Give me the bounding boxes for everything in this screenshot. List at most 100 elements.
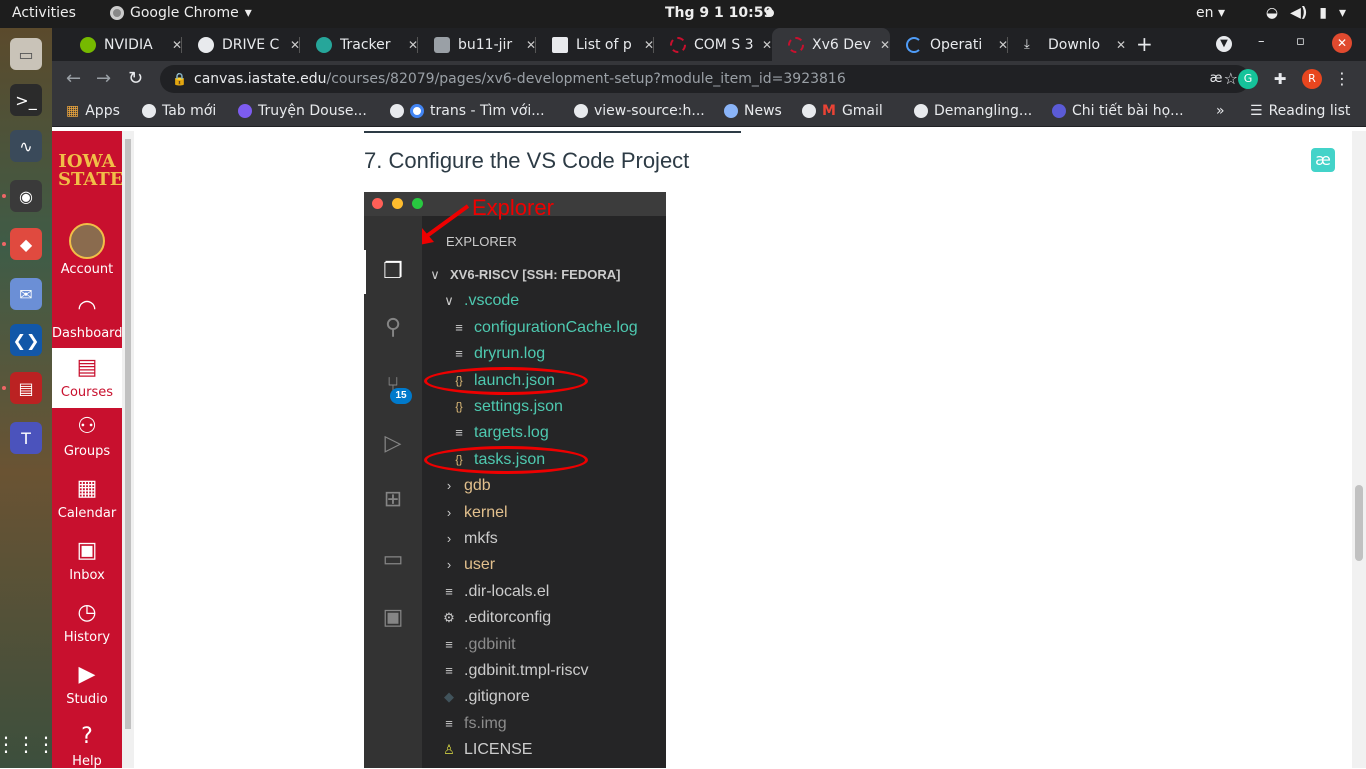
reload-button[interactable]: ↻	[128, 68, 143, 89]
tree-folder[interactable]: › mkfs	[442, 526, 498, 552]
nav-history[interactable]: ◷ History	[52, 599, 122, 659]
tab-download[interactable]: ⤓ Downlo ✕	[1008, 28, 1126, 61]
language-indicator[interactable]: en ▾	[1196, 5, 1225, 21]
run-debug-icon[interactable]: ▷	[378, 428, 408, 458]
files-icon[interactable]: ▭	[10, 38, 42, 70]
nav-scrollbar[interactable]	[122, 131, 134, 768]
extensions-puzzle-icon[interactable]: ✚	[1270, 69, 1290, 89]
tab-bu11[interactable]: bu11-jir ✕	[418, 28, 536, 61]
tree-file[interactable]: ⚙ .editorconfig	[442, 605, 551, 631]
close-icon[interactable]: ✕	[762, 38, 772, 52]
tab-list[interactable]: List of p ✕	[536, 28, 654, 61]
tree-file[interactable]: ≡ fs.img	[442, 711, 506, 737]
remote-explorer-icon[interactable]: ▭	[378, 544, 408, 574]
app-menu[interactable]: Google Chrome ▾	[110, 5, 252, 21]
tab-search-icon[interactable]: ▼	[1216, 36, 1232, 52]
tree-file[interactable]: ♙ LICENSE	[442, 737, 532, 763]
close-icon[interactable]: ✕	[1116, 38, 1126, 52]
bookmark-truyen[interactable]: Truyện Douse...	[238, 103, 367, 119]
reader-mode-button[interactable]: æ	[1311, 148, 1335, 172]
minimize-button[interactable]: –	[1258, 34, 1265, 49]
tree-folder[interactable]: ∨ .vscode	[442, 288, 519, 314]
profile-avatar[interactable]: R	[1302, 69, 1322, 89]
tab-drive[interactable]: DRIVE C ✕	[182, 28, 300, 61]
bookmark-news[interactable]: News	[724, 103, 782, 119]
vscode-icon[interactable]: ❮❯	[10, 324, 42, 356]
nav-inbox[interactable]: ▣ Inbox	[52, 537, 122, 597]
courses-book-icon: ▤	[76, 355, 98, 380]
scrollbar-thumb[interactable]	[1355, 485, 1363, 561]
apps-grid-icon: ▦	[66, 103, 80, 119]
bookmark-label: trans - Tìm với...	[430, 103, 545, 119]
more-menu-icon[interactable]: ⋮	[1332, 69, 1352, 89]
docker-icon[interactable]: ▣	[378, 602, 408, 632]
tree-file[interactable]: ≡ configurationCache.log	[452, 315, 637, 341]
bookmark-tab-moi[interactable]: Tab mới	[142, 103, 216, 119]
bookmark-view-source[interactable]: view-source:h...	[574, 103, 705, 119]
bookmark-chi-tiet[interactable]: Chi tiết bài họ...	[1052, 103, 1184, 119]
tree-folder[interactable]: ∨ XV6-RISCV [SSH: FEDORA]	[428, 262, 620, 288]
tree-file[interactable]: ≡ dryrun.log	[452, 341, 545, 367]
close-window-button[interactable]: ✕	[1332, 33, 1352, 53]
bookmark-apps[interactable]: ▦ Apps	[66, 103, 120, 119]
new-tab-button[interactable]: +	[1136, 32, 1153, 56]
address-bar[interactable]: 🔒 canvas.iastate.edu/courses/82079/pages…	[160, 65, 1250, 93]
maximize-button[interactable]: ▫	[1296, 34, 1305, 49]
tree-file[interactable]: ≡ .gdbinit	[442, 632, 515, 658]
terminal-red-icon[interactable]: ▤	[10, 372, 42, 404]
tree-folder[interactable]: › kernel	[442, 500, 508, 526]
nav-courses[interactable]: ▤ Courses	[52, 348, 122, 408]
tab-title: List of p	[576, 36, 632, 53]
bookmarks-overflow-button[interactable]: »	[1216, 103, 1225, 119]
grammarly-icon[interactable]: G	[1238, 69, 1258, 89]
clock[interactable]: Thg 9 1 10:59	[665, 5, 773, 21]
tree-file[interactable]: ≡ targets.log	[452, 420, 549, 446]
back-button[interactable]: ←	[66, 68, 81, 89]
tab-xv6-dev[interactable]: Xv6 Dev ✕	[772, 28, 890, 61]
nav-calendar[interactable]: ▦ Calendar	[52, 475, 122, 535]
tree-folder[interactable]: › gdb	[442, 473, 491, 499]
scrollbar-thumb[interactable]	[125, 139, 131, 729]
forward-button[interactable]: →	[96, 68, 111, 89]
nav-groups[interactable]: ⚇ Groups	[52, 413, 122, 473]
tree-file[interactable]: ◆ .gitignore	[442, 684, 530, 710]
close-dot-icon	[372, 198, 383, 209]
activities-button[interactable]: Activities	[12, 5, 76, 21]
system-monitor-icon[interactable]: ∿	[10, 130, 42, 162]
bookmark-label: News	[744, 103, 782, 119]
bookmark-gmail[interactable]: M Gmail	[802, 103, 883, 119]
tree-folder[interactable]: › user	[442, 552, 495, 578]
close-icon[interactable]: ✕	[880, 38, 890, 52]
system-tray[interactable]: ◒ ◀) ▮ ▾	[1266, 5, 1346, 21]
tab-operating[interactable]: Operati ✕	[890, 28, 1008, 61]
chrome-icon[interactable]: ◉	[10, 180, 42, 212]
show-apps-icon[interactable]: ⋮⋮⋮	[0, 728, 56, 760]
tree-file[interactable]: ≡ .gdbinit.tmpl-riscv	[442, 658, 588, 684]
bookmark-trans[interactable]: trans - Tìm với...	[390, 103, 545, 119]
tab-tracker[interactable]: Tracker ✕	[300, 28, 418, 61]
tab-coms[interactable]: COM S 3 ✕	[654, 28, 772, 61]
extensions-icon[interactable]: ⊞	[378, 484, 408, 514]
tab-nvidia[interactable]: NVIDIA ✕	[64, 28, 182, 61]
nav-help[interactable]: ? Help	[52, 723, 122, 769]
ubuntu-dock: ▭ >_ ∿ ◉ ◆ ✉ ❮❯ ▤ T ⋮⋮⋮	[0, 28, 56, 768]
nav-dashboard[interactable]: ◠ Dashboard	[52, 295, 123, 355]
reading-list-button[interactable]: ☰ Reading list	[1250, 103, 1350, 119]
bookmark-demangling[interactable]: Demangling...	[914, 103, 1032, 119]
globe-icon	[142, 104, 156, 118]
anydesk-icon[interactable]: ◆	[10, 228, 42, 260]
nav-account[interactable]: Account	[52, 223, 122, 281]
mail-icon[interactable]: ✉	[10, 278, 42, 310]
teams-icon[interactable]: T	[10, 422, 42, 454]
search-icon[interactable]: ⚲	[378, 312, 408, 342]
page-scrollbar[interactable]	[1352, 131, 1366, 768]
iowa-state-logo[interactable]: IOWA STATE	[58, 153, 124, 189]
terminal-icon[interactable]: >_	[10, 84, 42, 116]
tree-file[interactable]: ≡ .dir-locals.el	[442, 579, 549, 605]
reader-extension-icon[interactable]: æ	[1206, 69, 1226, 89]
page-icon	[434, 36, 450, 53]
tree-file[interactable]: {} settings.json	[452, 394, 563, 420]
highlight-oval	[424, 367, 588, 395]
nav-studio[interactable]: ▶ Studio	[52, 661, 122, 721]
explorer-files-icon[interactable]: ❐	[378, 256, 408, 286]
